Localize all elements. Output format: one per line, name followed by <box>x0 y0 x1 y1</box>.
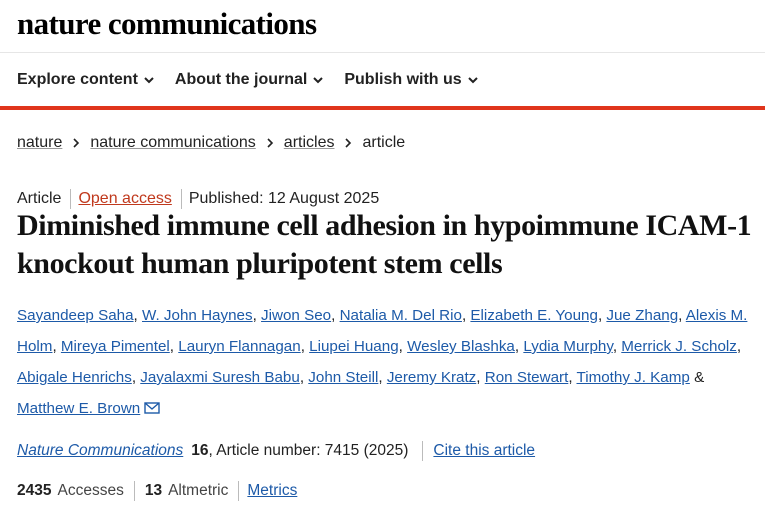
metrics-link[interactable]: Metrics <box>247 482 297 500</box>
author-separator: , <box>331 307 340 324</box>
stats-divider <box>238 481 240 501</box>
stats-divider <box>133 481 135 501</box>
author-separator: , <box>476 369 485 386</box>
author-link[interactable]: Jeremy Kratz <box>387 369 476 386</box>
journal-link[interactable]: Nature Communications <box>17 442 183 460</box>
header-divider <box>0 52 765 53</box>
author-link[interactable]: Merrick J. Scholz <box>621 338 737 355</box>
author-link[interactable]: Jue Zhang <box>606 307 678 324</box>
article-type: Article <box>17 190 62 207</box>
author-separator: , <box>678 307 686 324</box>
author-separator: , <box>52 338 61 355</box>
author-separator: , <box>299 369 309 386</box>
meta-divider <box>70 189 72 209</box>
nav-explore-content[interactable]: Explore content <box>17 71 154 89</box>
article-title: Diminished immune cell adhesion in hypoi… <box>17 209 752 280</box>
breadcrumb-nature[interactable]: nature <box>17 134 62 152</box>
breadcrumb-nature-communications[interactable]: nature communications <box>90 134 255 152</box>
nav-item-label: Publish with us <box>344 71 462 88</box>
altmetric-label: Altmetric <box>168 482 229 499</box>
author-link[interactable]: Lauryn Flannagan <box>178 338 300 355</box>
nav-item-label: Explore content <box>17 71 138 88</box>
article-metrics: 2435 Accesses 13 Altmetric Metrics <box>17 480 297 502</box>
nav-publish-with-us[interactable]: Publish with us <box>344 71 478 89</box>
nav-item-label: About the journal <box>174 71 308 88</box>
chevron-down-icon <box>467 77 478 84</box>
author-link[interactable]: Elizabeth E. Young <box>470 307 598 324</box>
breadcrumb: nature nature communications articles ar… <box>17 132 405 154</box>
author-link[interactable]: Mireya Pimentel <box>61 338 170 355</box>
chevron-down-icon <box>144 77 154 84</box>
site-logo[interactable]: nature communications <box>17 2 317 46</box>
author-separator: , <box>131 369 141 386</box>
author-separator: , <box>133 307 142 324</box>
author-separator: , <box>736 338 742 355</box>
author-link[interactable]: John Steill <box>308 369 378 386</box>
author-link[interactable]: Wesley Blashka <box>407 338 515 355</box>
main-nav: Explore content About the journal Publis… <box>17 60 499 100</box>
author-link[interactable]: Timothy J. Kamp <box>576 369 689 386</box>
author-link[interactable]: Natalia M. Del Rio <box>340 307 462 324</box>
open-access-link[interactable]: Open access <box>78 190 171 208</box>
author-link[interactable]: Sayandeep Saha <box>17 307 134 324</box>
chevron-right-icon <box>267 138 273 148</box>
breadcrumb-articles[interactable]: articles <box>284 134 335 152</box>
nav-about-journal[interactable]: About the journal <box>174 71 324 89</box>
chevron-right-icon <box>345 138 352 148</box>
author-link[interactable]: Ron Stewart <box>485 369 569 386</box>
article-number: , Article number: 7415 (2025) <box>208 442 409 459</box>
author-separator: , <box>398 338 408 355</box>
published-date: Published: 12 August 2025 <box>188 190 380 207</box>
meta-divider <box>180 189 182 209</box>
author-separator: , <box>300 338 310 355</box>
author-link[interactable]: W. John Haynes <box>142 307 253 324</box>
author-separator: , <box>252 307 262 324</box>
accesses-count: 2435 <box>17 482 52 499</box>
author-link[interactable]: Liupei Huang <box>309 338 399 355</box>
breadcrumb-current: article <box>362 134 406 151</box>
cite-this-article-link[interactable]: Cite this article <box>433 442 535 460</box>
cite-divider <box>422 441 424 461</box>
author-separator: , <box>378 369 387 386</box>
email-icon[interactable] <box>144 402 160 414</box>
author-separator: & <box>689 369 705 386</box>
citation-line: Nature Communications 16 , Article numbe… <box>17 440 535 462</box>
volume: 16 <box>191 442 209 459</box>
author-link[interactable]: Jiwon Seo <box>261 307 331 324</box>
author-link[interactable]: Abigale Henrichs <box>17 369 132 386</box>
author-link[interactable]: Jayalaxmi Suresh Babu <box>140 369 300 386</box>
author-separator: , <box>169 338 179 355</box>
author-separator: , <box>612 338 622 355</box>
author-link[interactable]: Matthew E. Brown <box>17 400 140 417</box>
altmetric-count: 13 <box>144 482 163 499</box>
accent-bar <box>0 106 765 110</box>
accesses-label: Accesses <box>57 482 124 499</box>
author-link[interactable]: Lydia Murphy <box>523 338 612 355</box>
chevron-down-icon <box>313 77 324 84</box>
chevron-right-icon <box>73 138 80 148</box>
author-list: Sayandeep Saha, W. John Haynes, Jiwon Se… <box>17 300 762 424</box>
